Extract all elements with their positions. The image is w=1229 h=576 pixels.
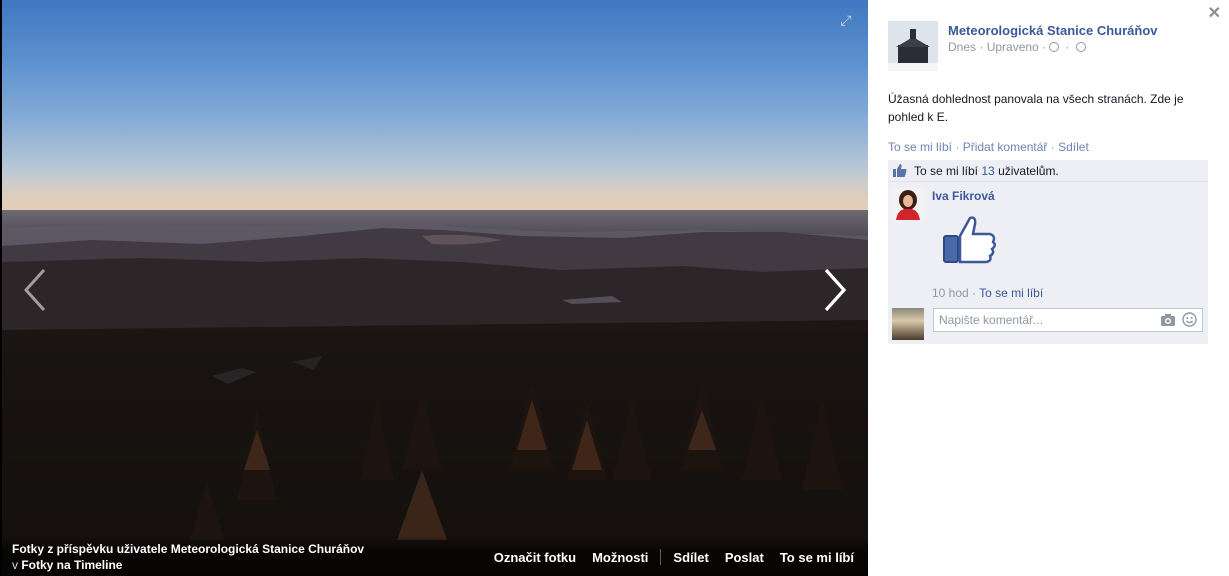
album-link[interactable]: Fotky na Timeline (21, 558, 122, 572)
likes-suffix: uživatelům. (998, 164, 1059, 178)
comment-author-link[interactable]: Iva Fikrová (932, 189, 995, 203)
tag-photo-button[interactable]: Označit fotku (494, 550, 576, 565)
comment-link[interactable]: Přidat komentář (963, 140, 1048, 154)
likes-count-link[interactable]: 13 (981, 164, 994, 178)
feedback-box: To se mi líbí 13 uživatelům. Iva Fikrová… (888, 160, 1208, 344)
post-panel: ✕ Meteorologická Stanice Churáňov Dnes ·… (868, 0, 1229, 576)
globe-icon[interactable] (1075, 42, 1086, 52)
photo[interactable] (2, 0, 868, 576)
comment-time[interactable]: 10 hod (932, 286, 969, 300)
page-name-link[interactable]: Meteorologická Stanice Churáňov (948, 23, 1158, 38)
next-photo-arrow-icon[interactable] (820, 268, 850, 312)
camera-icon[interactable] (1160, 313, 1176, 327)
photo-caption: Fotky z příspěvku uživatele Meteorologic… (12, 541, 364, 573)
comment-like-link[interactable]: To se mi líbí (979, 286, 1043, 300)
send-button[interactable]: Poslat (725, 550, 764, 565)
smiley-icon[interactable] (1182, 312, 1197, 327)
divider (660, 549, 662, 565)
clock-icon (1049, 42, 1060, 52)
caption-prefix: v (12, 558, 18, 572)
post-text: Úžasná dohlednost panovala na všech stra… (888, 92, 1184, 124)
like-link[interactable]: To se mi líbí (888, 140, 952, 154)
thumbs-up-sticker-icon (943, 216, 996, 264)
current-user-avatar (892, 308, 924, 340)
landscape-drawing (2, 222, 868, 576)
page-avatar[interactable] (888, 21, 938, 71)
comment-meta: 10 hod · To se mi líbí (932, 286, 1044, 300)
caption-title: Fotky z příspěvku uživatele Meteorologic… (12, 542, 365, 556)
close-icon[interactable]: ✕ (1208, 3, 1221, 23)
likes-summary: To se mi líbí 13 uživatelům. (888, 160, 1208, 182)
share-button[interactable]: Sdílet (673, 550, 708, 565)
previous-photo-arrow-icon[interactable] (22, 268, 52, 312)
photo-actions: Označit fotku Možnosti Sdílet Poslat To … (494, 549, 854, 565)
post-meta: Dnes · Upraveno · · (948, 40, 1089, 54)
thumbs-up-icon (893, 164, 907, 177)
photo-viewer: ⤢ Fotky z příspěvku uživatele Meteorolog… (0, 0, 868, 576)
post-date[interactable]: Dnes (948, 40, 976, 54)
options-button[interactable]: Možnosti (592, 550, 648, 565)
commenter-avatar[interactable] (892, 188, 924, 220)
post-actions: To se mi líbí · Přidat komentář · Sdílet (888, 140, 1089, 154)
fullscreen-icon[interactable]: ⤢ (838, 12, 854, 28)
like-photo-button[interactable]: To se mi líbí (780, 550, 854, 565)
share-link[interactable]: Sdílet (1058, 140, 1089, 154)
likes-prefix: To se mi líbí (914, 164, 979, 178)
edited-label[interactable]: Upraveno (987, 40, 1039, 54)
